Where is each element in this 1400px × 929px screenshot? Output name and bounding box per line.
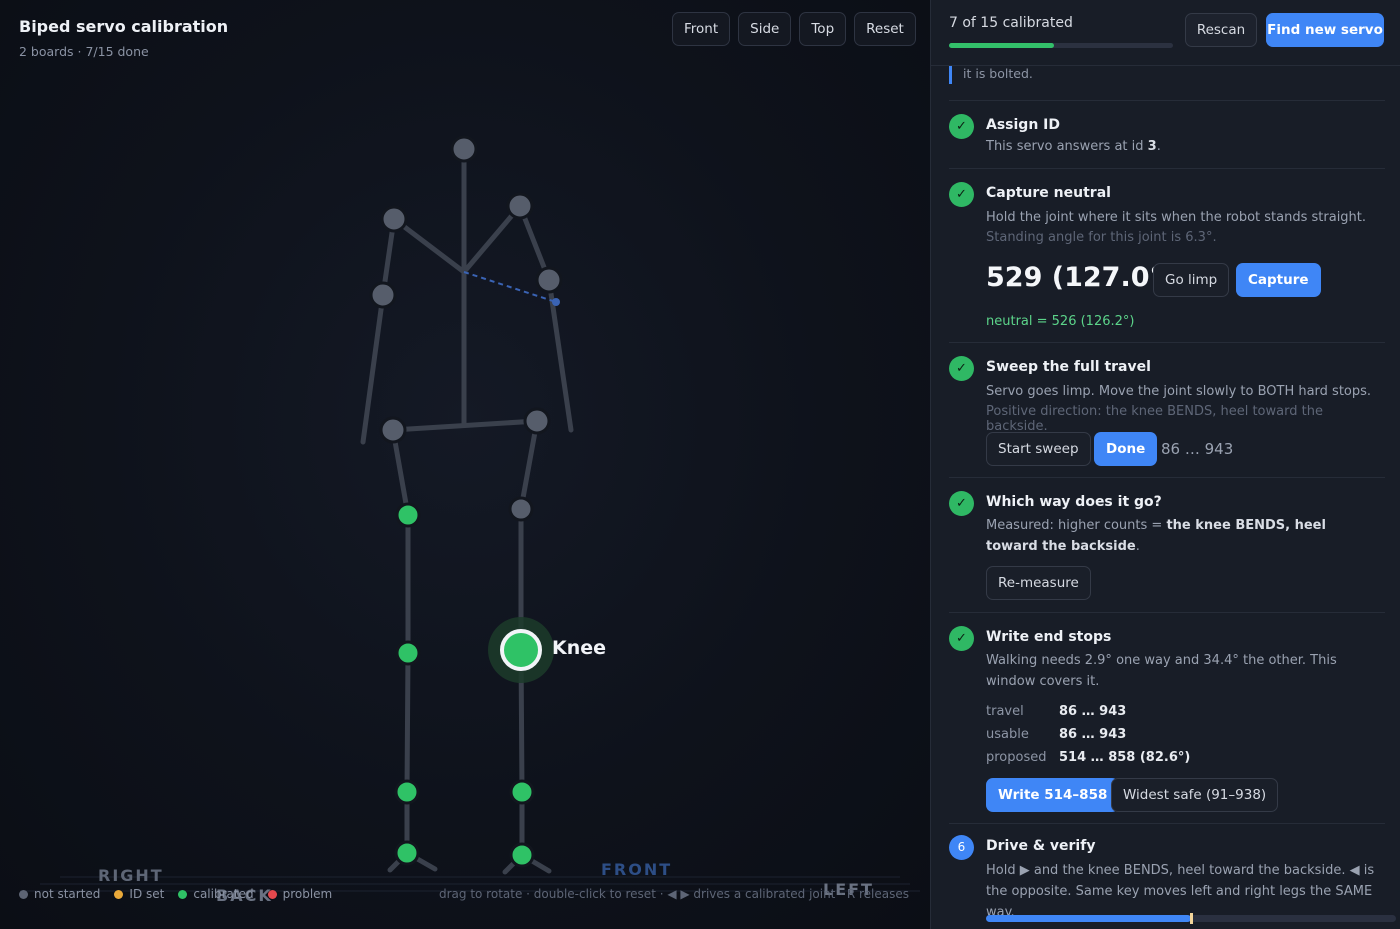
step-title: Which way does it go? xyxy=(986,494,1162,510)
neutral-value: neutral = 526 (126.2°) xyxy=(986,314,1135,329)
check-icon: ✓ xyxy=(949,356,974,381)
joint-left-ankle[interactable] xyxy=(509,779,535,805)
legend-item-problem: problem xyxy=(267,887,333,901)
step-number-badge: 6 xyxy=(949,835,974,860)
step-text: Hold ▶ and the knee BENDS, heel toward t… xyxy=(986,863,1375,920)
drive-slider-handle[interactable] xyxy=(1190,913,1193,924)
step-hint: Standing angle for this joint is 6.3°. xyxy=(986,230,1217,245)
step-write-end-stops: ✓ Write end stops Walking needs 2.9° one… xyxy=(949,612,1385,823)
write-end-stops-button[interactable]: Write 514–858 xyxy=(986,778,1120,812)
re-measure-button[interactable]: Re-measure xyxy=(986,566,1091,600)
step-capture-neutral: ✓ Capture neutral Hold the joint where i… xyxy=(949,168,1385,342)
step-title: Drive & verify xyxy=(986,838,1096,854)
legend-label: ID set xyxy=(129,887,165,901)
axis-label-front: FRONT xyxy=(601,860,673,879)
joint-left-hip[interactable] xyxy=(523,407,551,435)
step-assign-id: ✓ Assign ID This servo answers at id 3. xyxy=(949,100,1385,168)
progress-bar xyxy=(949,43,1173,48)
legend-label: not started xyxy=(34,887,101,901)
check-icon: ✓ xyxy=(949,491,974,516)
joint-left-shoulder[interactable] xyxy=(506,192,534,220)
panel-header: 7 of 15 calibrated Rescan Find new servo xyxy=(931,0,1400,66)
joint-right-hip[interactable] xyxy=(379,416,407,444)
go-limp-button[interactable]: Go limp xyxy=(1153,263,1230,297)
direction-text-prefix: Measured: higher counts = xyxy=(986,518,1167,533)
legend-dot-problem xyxy=(267,889,277,899)
skeleton-bones xyxy=(360,146,574,875)
step-text: Measured: higher counts = the knee BENDS… xyxy=(986,515,1382,557)
servo-id: 3 xyxy=(1147,139,1157,154)
legend-dot-id-set xyxy=(114,889,124,899)
step-sweep-travel: ✓ Sweep the full travel Servo goes limp.… xyxy=(949,342,1385,477)
kv-value-proposed: 514 … 858 (82.6°) xyxy=(1059,750,1191,765)
axis-label-right: RIGHT xyxy=(98,866,164,885)
status-legend: not started ID set calibrated problem xyxy=(19,887,332,901)
step-text: Walking needs 2.9° one way and 34.4° the… xyxy=(986,653,1337,689)
progress-text: 7 of 15 calibrated xyxy=(949,15,1073,31)
step-title: Capture neutral xyxy=(986,185,1111,201)
joint-right-shoulder[interactable] xyxy=(380,205,408,233)
joint-right-hip-pitch[interactable] xyxy=(395,502,421,528)
sweep-range: 86 … 943 xyxy=(1161,440,1234,458)
check-icon: ✓ xyxy=(949,626,974,651)
legend-dot-not-started xyxy=(19,889,28,899)
legend-item-not-started: not started xyxy=(19,887,100,901)
kv-value-usable: 86 … 943 xyxy=(1059,727,1127,742)
rescan-button[interactable]: Rescan xyxy=(1185,13,1257,47)
legend-label: problem xyxy=(282,887,333,901)
kv-key-travel: travel xyxy=(986,704,1024,719)
calibration-panel[interactable]: 7 of 15 calibrated Rescan Find new servo… xyxy=(930,0,1400,929)
robot-skeleton[interactable] xyxy=(0,0,930,929)
progress-bar-fill xyxy=(949,43,1054,48)
joint-left-knee-selected[interactable] xyxy=(500,629,542,671)
joint-right-foot[interactable] xyxy=(394,840,420,866)
drive-slider-fill xyxy=(986,915,1191,922)
widest-safe-button[interactable]: Widest safe (91–938) xyxy=(1111,778,1279,812)
sweep-done-button[interactable]: Done xyxy=(1094,432,1158,466)
kv-key-proposed: proposed xyxy=(986,750,1047,765)
joint-head[interactable] xyxy=(450,135,478,163)
drive-slider[interactable] xyxy=(986,913,1396,924)
step-title: Write end stops xyxy=(986,629,1112,645)
step-text: Servo goes limp. Move the joint slowly t… xyxy=(986,384,1372,399)
position-reading: 529 (127.0°) xyxy=(986,262,1176,293)
joint-right-knee[interactable] xyxy=(395,640,421,666)
assign-text-prefix: This servo answers at id xyxy=(986,139,1148,154)
skeleton-viewport[interactable]: Biped servo calibration 2 boards · 7/15 … xyxy=(0,0,930,929)
kv-value-travel: 86 … 943 xyxy=(1059,704,1127,719)
joint-right-ankle[interactable] xyxy=(394,779,420,805)
legend-item-calibrated: calibrated xyxy=(178,887,254,901)
joint-left-hip-pitch[interactable] xyxy=(508,496,534,522)
check-icon: ✓ xyxy=(949,182,974,207)
joint-left-elbow[interactable] xyxy=(535,266,563,294)
legend-dot-calibrated xyxy=(178,889,188,899)
direction-text-suffix: . xyxy=(1135,539,1140,554)
step-title: Assign ID xyxy=(986,117,1060,133)
legend-item-id-set: ID set xyxy=(114,887,164,901)
legend-label: calibrated xyxy=(193,887,254,901)
kv-key-usable: usable xyxy=(986,727,1029,742)
step-text: This servo answers at id 3. xyxy=(986,136,1382,157)
assign-text-suffix: . xyxy=(1156,139,1161,154)
joint-left-foot[interactable] xyxy=(509,842,535,868)
viewport-hint: drag to rotate · double-click to reset ·… xyxy=(438,887,909,901)
capture-button[interactable]: Capture xyxy=(1236,263,1321,297)
reach-target-dot xyxy=(552,298,560,306)
bolted-note: it is bolted. xyxy=(949,66,1033,84)
selected-joint-label: Knee xyxy=(552,637,607,659)
find-new-servo-button[interactable]: Find new servo xyxy=(1266,13,1384,47)
step-text: Hold the joint where it sits when the ro… xyxy=(986,210,1367,225)
step-drive-verify: 6 Drive & verify Hold ▶ and the knee BEN… xyxy=(949,823,1396,929)
step-hint: Positive direction: the knee BENDS, heel… xyxy=(986,404,1323,434)
check-icon: ✓ xyxy=(949,114,974,139)
start-sweep-button[interactable]: Start sweep xyxy=(986,432,1091,466)
step-title: Sweep the full travel xyxy=(986,359,1151,375)
joint-right-elbow[interactable] xyxy=(369,281,397,309)
